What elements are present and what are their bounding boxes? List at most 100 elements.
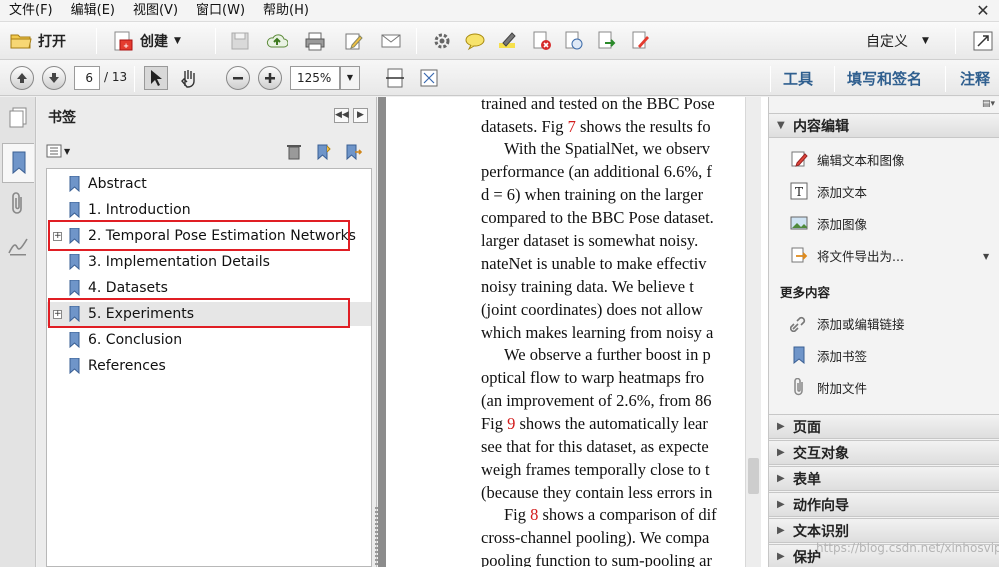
menu-file[interactable]: 文件(F) [0,0,62,22]
close-icon[interactable]: ✕ [973,1,993,21]
options-arrow-icon[interactable]: ▶ [353,108,368,123]
zoom-out-icon[interactable] [226,66,250,90]
bookmark-item[interactable]: 3. Implementation Details [47,250,371,274]
item-label: 添加或编辑链接 [817,316,905,332]
next-page-icon[interactable] [42,66,66,90]
sign-icon[interactable] [630,30,652,52]
add-image-item[interactable]: 添加图像 [789,212,867,234]
menu-help[interactable]: 帮助(H) [254,0,318,22]
attach-file-item[interactable]: 附加文件 [789,376,867,398]
toolbar-separator [770,66,771,92]
fit-width-icon[interactable] [384,67,406,89]
bookmark-icon [69,176,80,192]
text-line: nateNet is unable to make effectiv [481,254,707,273]
list-options-icon [46,144,62,158]
item-label: 添加文本 [817,184,868,200]
bookmark-item[interactable]: References [47,354,371,378]
section-header-action-wizard[interactable]: ▶ 动作向导 [769,492,999,517]
create-button[interactable]: + 创建 ▼ [112,28,181,54]
previous-page-icon[interactable] [10,66,34,90]
bookmark-item[interactable]: 1. Introduction [47,198,371,222]
email-icon[interactable] [380,30,402,52]
menu-window[interactable]: 窗口(W) [187,0,254,22]
text-line: datasets. Fig 7 shows the results fo [481,117,711,136]
fullscreen-icon[interactable] [972,30,994,52]
more-content-title: 更多内容 [780,285,831,300]
bookmark-label: References [88,358,166,374]
export-file-item[interactable]: 将文件导出为... [789,244,904,266]
hand-tool-icon[interactable] [178,67,200,89]
bookmarks-panel-icon[interactable] [2,143,34,183]
fill-sign-tab[interactable]: 填写和签名 [847,68,922,89]
signatures-icon[interactable] [6,233,30,259]
menu-edit[interactable]: 编辑(E) [62,0,124,22]
section-header-text-recognition[interactable]: ▶ 文本识别 [769,518,999,543]
chevron-down-icon: ▼ [174,36,181,46]
comment-icon[interactable] [464,30,486,52]
comment-tab[interactable]: 注释 [960,68,990,89]
panel-menu-icon[interactable]: ▤▾ [982,99,995,109]
zoom-in-icon[interactable] [258,66,282,90]
chevron-right-icon: ▶ [777,525,785,536]
menu-view[interactable]: 视图(V) [124,0,187,22]
add-text-item[interactable]: T 添加文本 [789,180,867,202]
open-button[interactable]: 打开 [10,28,66,54]
bookmark-item[interactable]: Abstract [47,172,371,196]
expand-bookmark-icon[interactable] [344,143,363,165]
bookmark-label: 1. Introduction [88,202,191,218]
collapse-panel-icon[interactable]: ◀◀ [334,108,349,123]
text-line: cross-channel pooling). We compa [481,528,710,547]
toolbar-separator [96,28,97,54]
text-line: see that for this dataset, as expecte [481,437,709,456]
text-line: (an improvement of 2.6%, from 86 [481,391,712,410]
tools-tab[interactable]: 工具 [783,68,813,89]
link-icon [789,313,809,333]
toolbar-separator [215,28,216,54]
section-header-pages[interactable]: ▶ 页面 [769,414,999,439]
page-thumbnails-icon[interactable] [6,105,30,131]
section-title: 页面 [793,419,821,436]
section-title: 表单 [793,471,821,488]
zoom-input[interactable]: 125% [290,66,340,90]
vertical-scrollbar[interactable] [745,97,761,567]
add-edit-link-item[interactable]: 添加或编辑链接 [789,312,905,334]
section-header-interactive[interactable]: ▶ 交互对象 [769,440,999,465]
add-bookmark-item[interactable]: 添加书签 [789,344,867,366]
text-line: larger dataset is somewhat noisy. [481,231,699,250]
export-icon[interactable] [596,30,618,52]
chevron-right-icon: ▶ [777,421,785,432]
attachments-icon[interactable] [6,191,30,217]
recognize-icon[interactable] [563,30,585,52]
bookmark-icon [69,202,80,218]
bookmark-item[interactable]: 4. Datasets [47,276,371,300]
toolbar-separator [945,66,946,92]
cloud-upload-icon[interactable] [266,30,288,52]
gear-icon[interactable] [431,30,453,52]
new-bookmark-icon[interactable] [315,143,333,165]
chevron-down-icon[interactable]: ▼ [983,252,989,261]
select-tool-icon[interactable] [144,66,168,90]
document-view: trained and tested on the BBC Pose datas… [378,97,768,567]
svg-text:+: + [123,42,129,50]
bookmark-item[interactable]: 6. Conclusion [47,328,371,352]
section-header-forms[interactable]: ▶ 表单 [769,466,999,491]
fit-page-icon[interactable] [418,67,440,89]
delete-page-icon[interactable] [531,30,553,52]
page-number-input[interactable]: 6 [74,66,100,90]
text-line: Fig 8 shows a comparison of dif [504,505,717,524]
highlight-icon[interactable] [497,30,519,52]
edit-icon[interactable] [343,30,365,52]
customize-dropdown[interactable]: 自定义 ▼ [866,28,929,54]
watermark-text: https://blog.csdn.net/xinhosvip [816,541,999,555]
chevron-down-icon[interactable]: ▼ [340,66,360,90]
scrollbar-thumb[interactable] [748,458,759,494]
save-icon[interactable] [229,30,251,52]
folder-icon [10,34,32,49]
bookmark-options-menu[interactable]: ▼ [46,144,70,158]
content-edit-header[interactable]: ▼ 内容编辑 [769,113,999,138]
print-icon[interactable] [304,30,326,52]
create-pdf-icon: + [114,31,133,51]
edit-text-icon [789,149,809,169]
delete-bookmark-icon[interactable] [286,143,302,164]
edit-text-images-item[interactable]: 编辑文本和图像 [789,148,905,170]
